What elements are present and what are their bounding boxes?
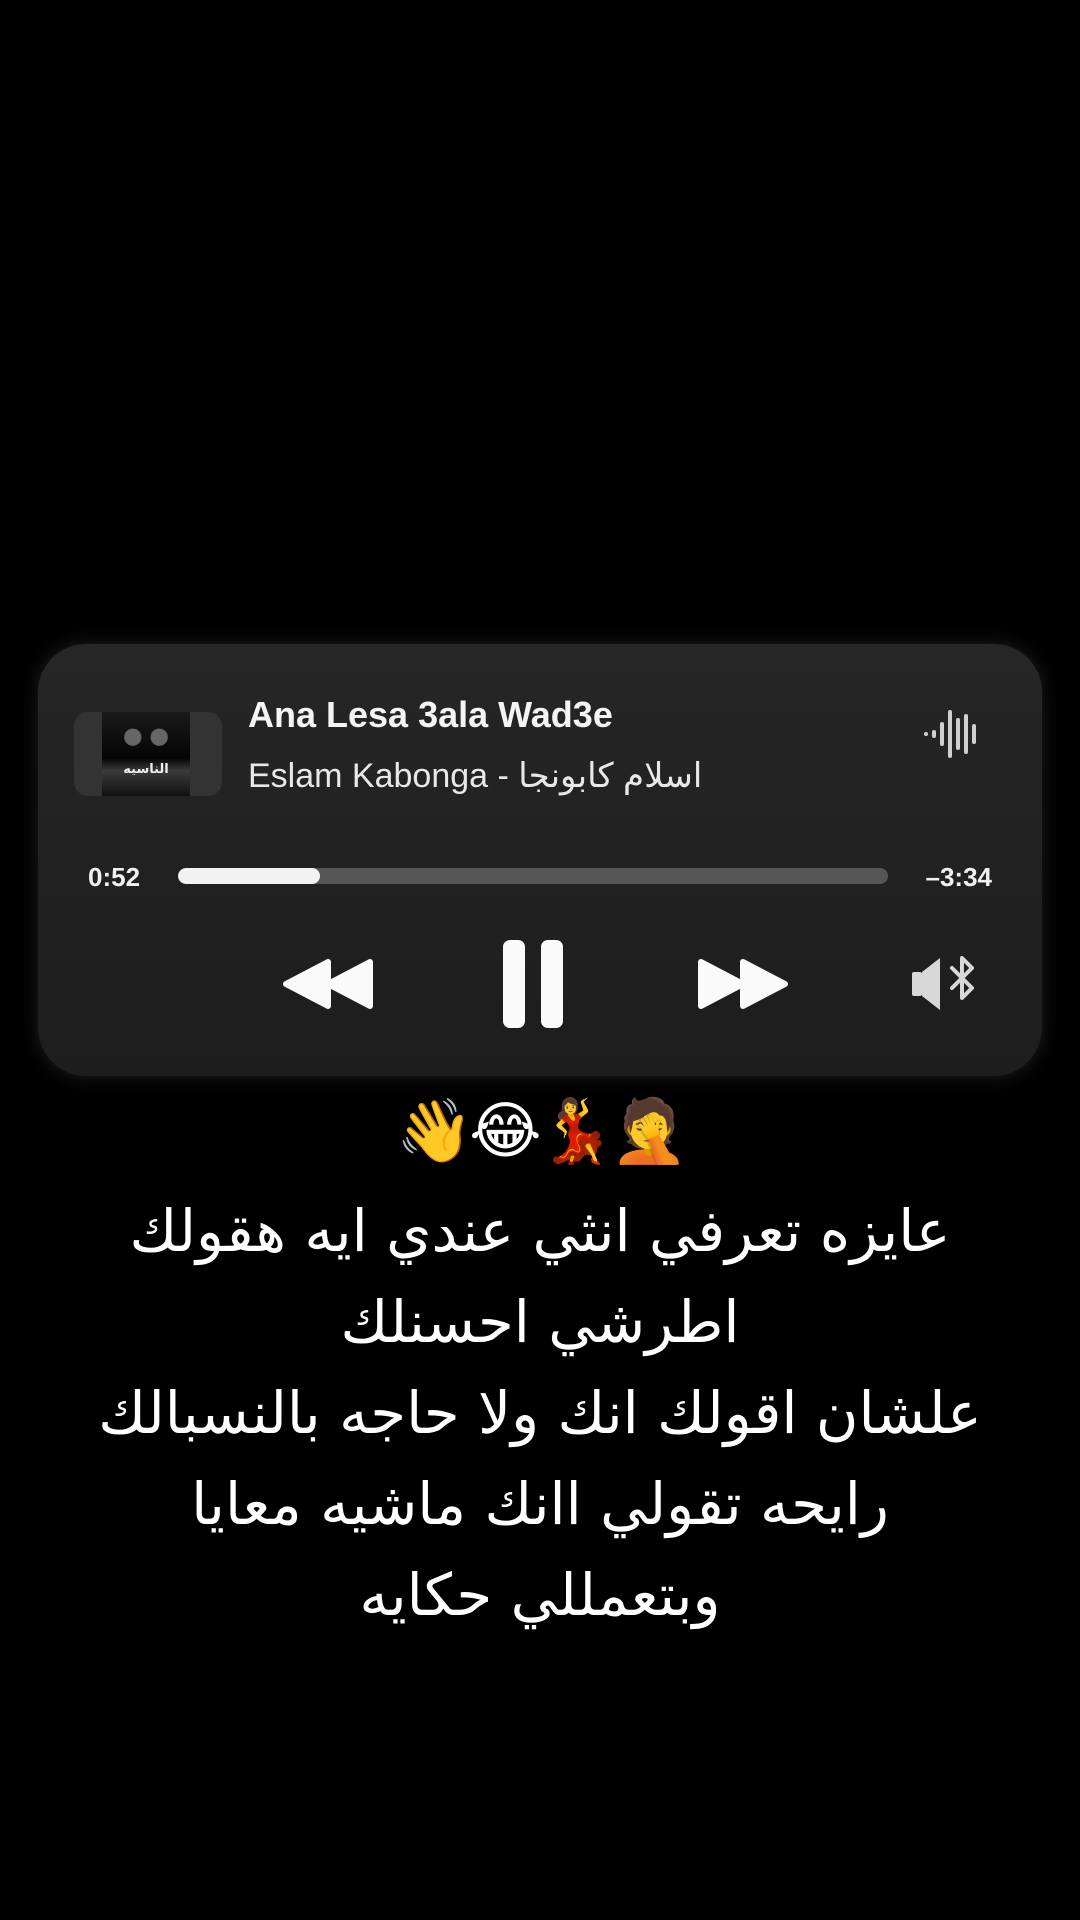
lyrics-line: اطرشي احسنلك: [340, 1288, 740, 1356]
lyrics-line: عايزه تعرفي انثي عندي ايه هقولك: [129, 1197, 951, 1265]
time-remaining: –3:34: [925, 862, 993, 892]
album-cover-text: الناسيه: [123, 761, 169, 776]
emoji-row: 👋😂💃🤦: [395, 1097, 688, 1166]
lyrics-caption: عايزه تعرفي انثي عندي ايه هقولك اطرشي اح…: [0, 1186, 1080, 1641]
time-elapsed: 0:52: [88, 862, 141, 892]
lyrics-line: رايحه تقولي اانك ماشيه معايا: [191, 1470, 889, 1538]
waveform-icon[interactable]: [922, 704, 982, 764]
lyrics-line: وبتعمللي حكايه: [359, 1561, 721, 1629]
progress-scrubber[interactable]: [178, 868, 888, 884]
speaker-bluetooth-icon[interactable]: [908, 934, 988, 1034]
fast-forward-icon[interactable]: [693, 934, 793, 1034]
now-playing-card[interactable]: الناسيه Ana Lesa 3ala Wad3e Eslam Kabong…: [38, 644, 1042, 1076]
lyrics-line: علشان اقولك انك ولا حاجه بالنسبالك: [98, 1379, 982, 1447]
artist-name: Eslam Kabonga - اسلام كابونجا: [248, 757, 703, 795]
progress-fill: [178, 868, 320, 884]
album-artwork[interactable]: الناسيه: [74, 712, 222, 796]
pause-icon[interactable]: [493, 934, 573, 1034]
song-title: Ana Lesa 3ala Wad3e: [248, 694, 613, 735]
album-cover-image: [102, 712, 190, 796]
rewind-icon[interactable]: [278, 934, 378, 1034]
